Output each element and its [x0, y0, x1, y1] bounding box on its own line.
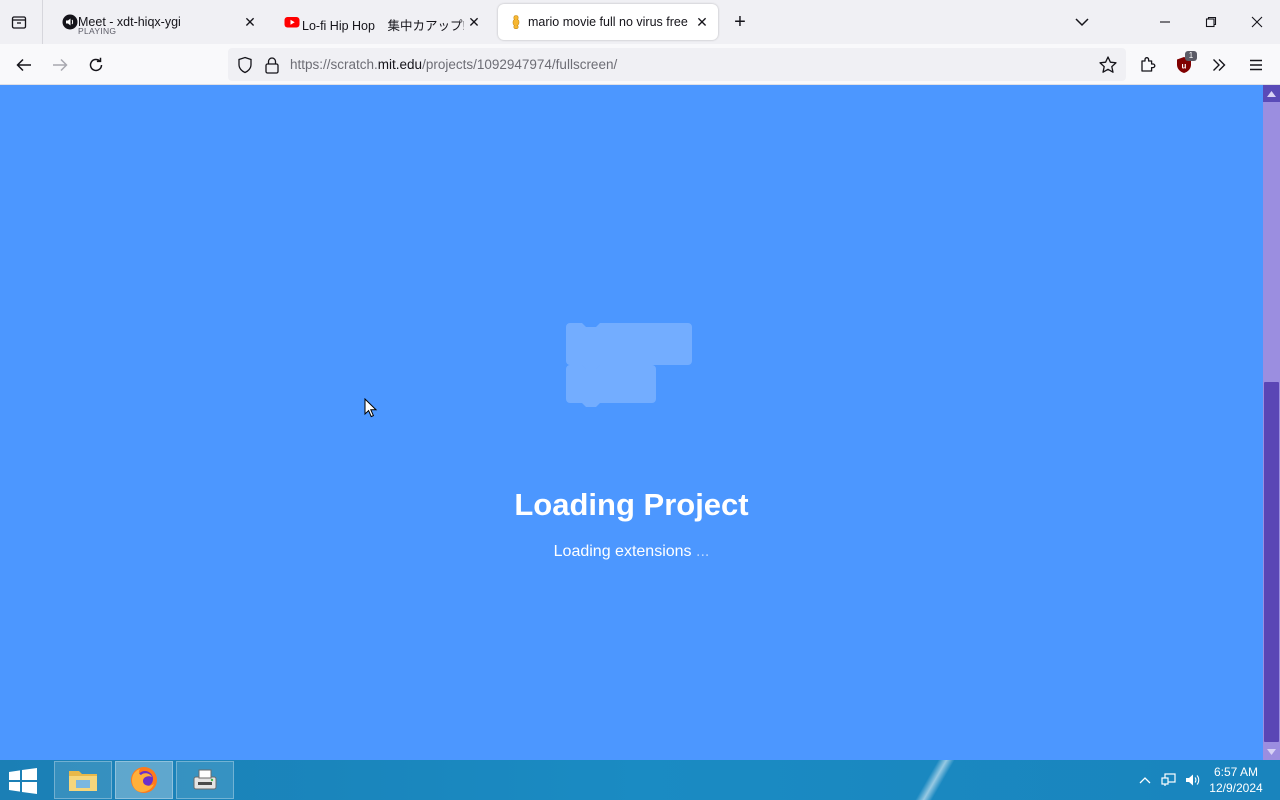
scratch-blocks-loader-icon: [566, 323, 692, 407]
lock-icon[interactable]: [264, 56, 280, 74]
firefox-icon: [131, 767, 157, 793]
hamburger-menu-icon: [1250, 59, 1262, 71]
tracking-protection-shield-icon[interactable]: [236, 56, 254, 74]
youtube-icon: [284, 17, 300, 28]
app-menu-button[interactable]: [1244, 53, 1268, 77]
address-bar[interactable]: https://scratch.mit.edu/projects/1092947…: [228, 48, 1126, 81]
tab-scratch-project[interactable]: mario movie full no virus free d ✕: [498, 4, 718, 40]
minimize-button[interactable]: [1153, 10, 1177, 34]
chevron-down-icon: [1075, 18, 1089, 27]
forward-button[interactable]: [48, 53, 72, 77]
restore-icon: [1205, 16, 1217, 28]
extensions-button[interactable]: [1136, 53, 1160, 77]
windows-taskbar: 6:57 AM 12/9/2024: [0, 760, 1280, 800]
scroll-down-button[interactable]: [1263, 743, 1280, 760]
scratch-cat-icon: [512, 15, 520, 30]
loading-dots: ...: [696, 543, 710, 560]
new-tab-button[interactable]: +: [730, 12, 750, 32]
firefox-view-icon: [11, 16, 27, 29]
minimize-icon: [1160, 21, 1170, 23]
tab-bar: Meet - xdt-hiqx-ygi PLAYING ✕ Lo-fi Hip …: [0, 0, 1280, 44]
close-tab-icon[interactable]: ✕: [694, 14, 710, 30]
clock-time: 6:57 AM: [1213, 765, 1259, 779]
chevron-up-icon: [1139, 777, 1151, 784]
tab-title: mario movie full no virus free d: [528, 15, 690, 29]
loading-message-text: Loading extensions: [553, 543, 692, 560]
restore-button[interactable]: [1199, 10, 1223, 34]
printer-app-icon: [193, 769, 217, 790]
reload-button[interactable]: [84, 53, 108, 77]
scratch-loader-screen: Loading Project Loading extensions ...: [0, 85, 1263, 760]
network-icon: [1161, 773, 1176, 786]
more-tools-button[interactable]: [1207, 53, 1231, 77]
url-text[interactable]: https://scratch.mit.edu/projects/1092947…: [290, 57, 617, 72]
speaker-icon: [1186, 774, 1200, 786]
tab-lofi[interactable]: Lo-fi Hip Hop 集中カアップ! ✕: [274, 4, 490, 40]
tab-playing-label: PLAYING: [78, 26, 117, 36]
windows-start-icon[interactable]: [8, 768, 38, 794]
chevron-double-right-icon: [1213, 59, 1226, 71]
svg-text:u: u: [1182, 62, 1187, 71]
arrow-left-icon: [16, 58, 31, 72]
bookmark-star-icon[interactable]: [1098, 55, 1118, 75]
tab-title: Lo-fi Hip Hop 集中カアップ!: [302, 19, 464, 33]
network-tray-button[interactable]: [1160, 770, 1178, 790]
show-hidden-icons-button[interactable]: [1136, 770, 1154, 790]
mouse-pointer-icon: [364, 398, 378, 418]
close-window-button[interactable]: [1245, 10, 1269, 34]
tab-separator: [42, 0, 43, 44]
close-tab-icon[interactable]: ✕: [466, 14, 482, 30]
reload-icon: [89, 57, 103, 72]
ublock-origin-button[interactable]: u 1: [1172, 51, 1197, 77]
taskbar-firefox[interactable]: [115, 761, 173, 799]
loading-message: Loading extensions ...: [0, 543, 1263, 561]
navigation-toolbar: https://scratch.mit.edu/projects/1092947…: [0, 44, 1280, 85]
url-prefix: https://scratch.: [290, 57, 378, 72]
url-path: /projects/1092947974/fullscreen/: [422, 57, 618, 72]
folder-icon: [69, 771, 97, 791]
scroll-up-button[interactable]: [1263, 85, 1280, 102]
extension-badge-count: 1: [1185, 51, 1197, 61]
tab-meet[interactable]: Meet - xdt-hiqx-ygi PLAYING ✕: [52, 4, 266, 40]
page-scrollbar[interactable]: [1263, 85, 1280, 760]
back-button[interactable]: [12, 53, 36, 77]
system-clock[interactable]: 6:57 AM 12/9/2024: [1200, 764, 1272, 796]
loading-title: Loading Project: [514, 487, 749, 522]
taskbar-file-explorer[interactable]: [54, 761, 112, 799]
speaker-playing-icon: [62, 14, 78, 30]
close-icon: [1251, 16, 1263, 28]
taskbar-wallpaper-sheen: [905, 760, 965, 800]
clock-date: 12/9/2024: [1209, 781, 1263, 795]
triangle-up-icon: [1267, 90, 1276, 97]
taskbar-app-printer[interactable]: [176, 761, 234, 799]
puzzle-piece-icon: [1141, 57, 1156, 72]
triangle-down-icon: [1267, 748, 1276, 755]
firefox-view-button[interactable]: [8, 11, 30, 33]
url-domain: mit.edu: [377, 57, 423, 72]
arrow-right-icon: [53, 58, 68, 72]
scrollbar-thumb[interactable]: [1264, 382, 1279, 742]
close-tab-icon[interactable]: ✕: [242, 14, 258, 30]
list-all-tabs-button[interactable]: [1072, 12, 1092, 32]
